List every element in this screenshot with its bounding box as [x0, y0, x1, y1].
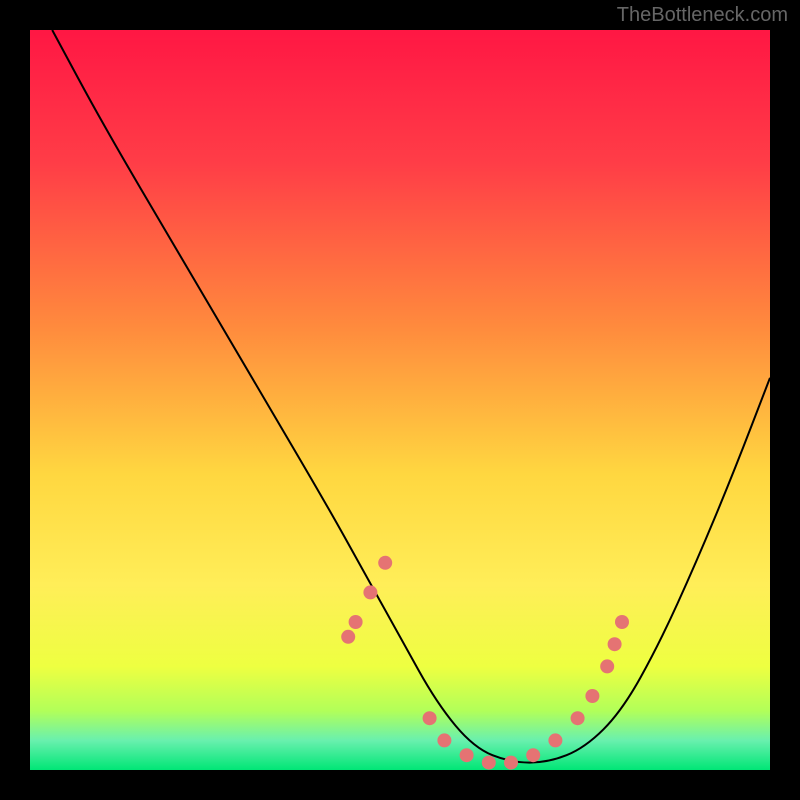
data-dot — [608, 637, 622, 651]
data-dot — [437, 733, 451, 747]
data-dot — [482, 756, 496, 770]
data-dot — [526, 748, 540, 762]
data-dot — [600, 659, 614, 673]
data-dot — [460, 748, 474, 762]
watermark-text: TheBottleneck.com — [617, 4, 788, 27]
data-dot — [615, 615, 629, 629]
data-dot — [378, 556, 392, 570]
data-dot — [548, 733, 562, 747]
data-dot — [363, 585, 377, 599]
data-dot — [341, 630, 355, 644]
plot-area — [30, 30, 770, 770]
data-dots — [341, 556, 629, 770]
curve-layer — [30, 30, 770, 770]
data-dot — [349, 615, 363, 629]
data-dot — [585, 689, 599, 703]
bottleneck-curve — [52, 30, 770, 763]
data-dot — [504, 756, 518, 770]
data-dot — [571, 711, 585, 725]
data-dot — [423, 711, 437, 725]
